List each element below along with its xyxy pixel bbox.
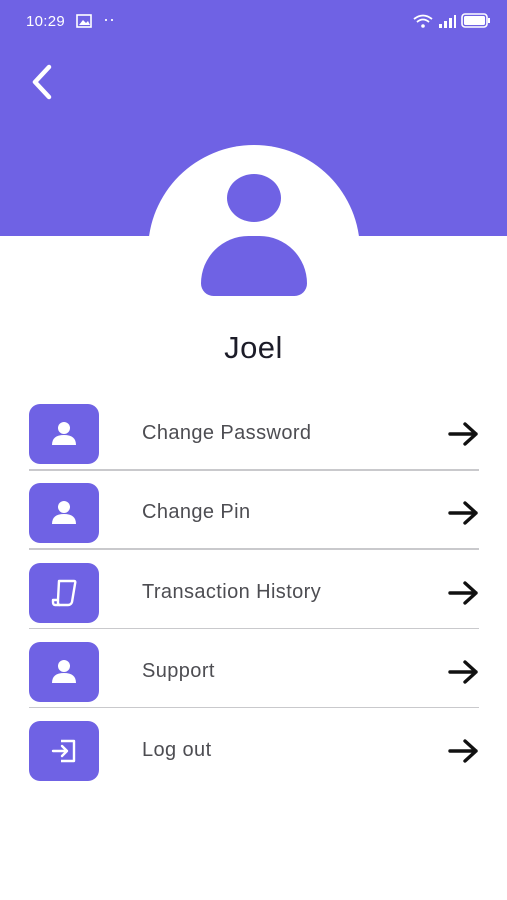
divider xyxy=(29,548,479,550)
dots-icon: ·· xyxy=(103,9,115,29)
menu-item-change-pin[interactable]: Change Pin xyxy=(0,475,507,554)
arrow-right-icon xyxy=(447,579,481,607)
menu-item-label: Log out xyxy=(142,739,212,761)
login-icon xyxy=(29,721,99,781)
arrow-right-icon xyxy=(447,658,481,686)
menu-item-change-password[interactable]: Change Password xyxy=(0,396,507,475)
user-icon xyxy=(29,641,99,702)
divider xyxy=(29,706,479,709)
gallery-icon xyxy=(76,14,92,32)
menu-item-label: Change Pin xyxy=(142,501,251,524)
arrow-right-icon xyxy=(447,420,481,448)
back-button[interactable] xyxy=(22,62,62,106)
user-name: Joel xyxy=(224,330,283,365)
arrow-right-icon xyxy=(447,737,481,765)
menu-item-transaction-history[interactable]: Transaction History xyxy=(0,555,507,634)
signal-icon xyxy=(438,14,456,32)
menu-item-support[interactable]: Support xyxy=(0,634,507,713)
scroll-icon xyxy=(29,562,99,623)
menu-item-log-out[interactable]: Log out xyxy=(0,713,507,792)
menu-item-label: Support xyxy=(142,659,215,682)
menu-item-label: Change Password xyxy=(142,422,312,444)
battery-icon xyxy=(461,13,491,32)
avatar-head xyxy=(227,174,281,222)
status-bar: 10:29 ·· xyxy=(0,0,507,44)
arrow-right-icon xyxy=(447,499,481,527)
status-time: 10:29 xyxy=(26,13,66,30)
menu-item-label: Transaction History xyxy=(142,580,322,603)
chevron-left-icon xyxy=(29,64,55,105)
divider xyxy=(29,627,479,629)
divider xyxy=(29,469,479,471)
user-icon xyxy=(29,483,99,544)
wifi-icon xyxy=(413,14,433,32)
user-icon xyxy=(29,404,99,464)
settings-menu: Change Password Change Pin Transaction H… xyxy=(0,396,507,792)
